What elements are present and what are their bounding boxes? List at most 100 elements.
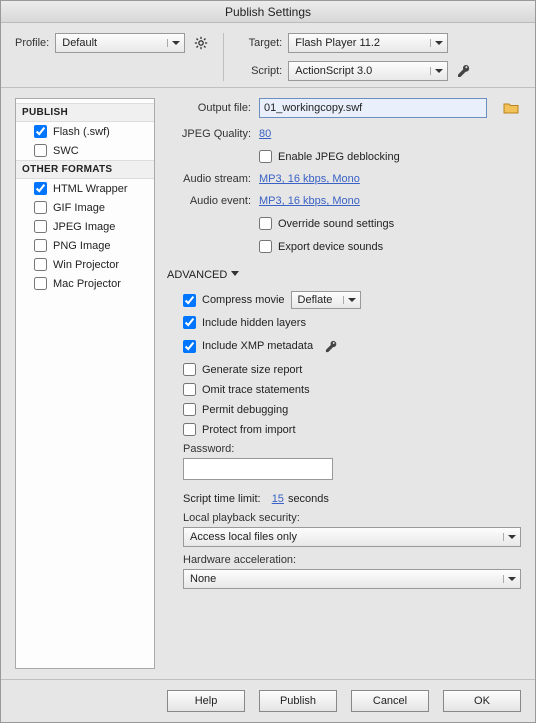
top-bar: Profile: Default Target: Flash Player 11… <box>1 23 535 88</box>
script-time-post: seconds <box>288 493 329 505</box>
sidebar-item-checkbox[interactable] <box>34 125 47 138</box>
local-playback-value: Access local files only <box>190 531 297 543</box>
sidebar-item-checkbox[interactable] <box>34 258 47 271</box>
publish-button[interactable]: Publish <box>259 690 337 712</box>
script-select[interactable]: ActionScript 3.0 <box>288 61 448 81</box>
local-playback-select[interactable]: Access local files only <box>183 527 521 547</box>
sidebar-item-checkbox[interactable] <box>34 220 47 233</box>
output-file-label: Output file: <box>167 102 251 114</box>
sidebar-item-checkbox[interactable] <box>34 182 47 195</box>
sidebar-item[interactable]: HTML Wrapper <box>16 179 154 198</box>
chevron-down-icon <box>430 67 443 75</box>
size-report-checkbox[interactable] <box>183 363 196 376</box>
profile-label: Profile: <box>15 37 49 49</box>
jpeg-quality-label: JPEG Quality: <box>167 128 251 140</box>
sidebar-item-label: Mac Projector <box>53 278 121 290</box>
dialog-footer: Help Publish Cancel OK <box>1 679 535 722</box>
sidebar-item[interactable]: Win Projector <box>16 255 154 274</box>
sidebar-item[interactable]: SWC <box>16 141 154 160</box>
sidebar-item[interactable]: Mac Projector <box>16 274 154 293</box>
protect-import-checkbox[interactable] <box>183 423 196 436</box>
folder-icon[interactable] <box>501 98 521 118</box>
export-device-sounds-checkbox[interactable] <box>259 240 272 253</box>
sidebar-item-label: Win Projector <box>53 259 119 271</box>
target-label: Target: <box>238 37 282 49</box>
chevron-down-icon <box>343 296 356 304</box>
script-value: ActionScript 3.0 <box>295 65 372 77</box>
size-report-label: Generate size report <box>202 364 302 376</box>
hw-accel-value: None <box>190 573 216 585</box>
override-sound-label: Override sound settings <box>278 218 394 230</box>
ok-button[interactable]: OK <box>443 690 521 712</box>
advanced-label: ADVANCED <box>167 269 227 281</box>
hw-accel-select[interactable]: None <box>183 569 521 589</box>
sidebar-item[interactable]: PNG Image <box>16 236 154 255</box>
chevron-down-icon <box>503 575 516 583</box>
omit-trace-checkbox[interactable] <box>183 383 196 396</box>
permit-debug-checkbox[interactable] <box>183 403 196 416</box>
jpeg-deblock-checkbox[interactable] <box>259 150 272 163</box>
wrench-icon[interactable] <box>454 61 474 81</box>
permit-debug-label: Permit debugging <box>202 404 288 416</box>
gear-icon[interactable] <box>191 33 211 53</box>
output-file-input[interactable] <box>259 98 487 118</box>
sidebar-item-checkbox[interactable] <box>34 277 47 290</box>
publish-settings-window: Publish Settings Profile: Default Target… <box>0 0 536 723</box>
compress-movie-select[interactable]: Deflate <box>291 291 361 309</box>
password-label: Password: <box>183 443 521 455</box>
password-input[interactable] <box>183 458 333 480</box>
sidebar-item-label: GIF Image <box>53 202 105 214</box>
script-time-pre: Script time limit: <box>183 493 261 505</box>
sidebar-item[interactable]: Flash (.swf) <box>16 122 154 141</box>
audio-stream-label: Audio stream: <box>167 173 251 185</box>
triangle-down-icon <box>231 269 239 281</box>
sidebar-item-label: HTML Wrapper <box>53 183 128 195</box>
sidebar-item-checkbox[interactable] <box>34 239 47 252</box>
chevron-down-icon <box>503 533 516 541</box>
dialog-body: PUBLISH Flash (.swf) SWC OTHER FORMATS HT… <box>1 88 535 679</box>
audio-event-value[interactable]: MP3, 16 kbps, Mono <box>259 195 360 207</box>
cancel-button[interactable]: Cancel <box>351 690 429 712</box>
override-sound-checkbox[interactable] <box>259 217 272 230</box>
sidebar-item[interactable]: GIF Image <box>16 198 154 217</box>
window-title: Publish Settings <box>1 1 535 23</box>
target-value: Flash Player 11.2 <box>295 37 380 49</box>
omit-trace-label: Omit trace statements <box>202 384 310 396</box>
jpeg-deblock-label: Enable JPEG deblocking <box>278 151 400 163</box>
main-panel: Output file: JPEG Quality: 80 Enable JPE… <box>167 98 521 669</box>
target-select[interactable]: Flash Player 11.2 <box>288 33 448 53</box>
profile-select[interactable]: Default <box>55 33 185 53</box>
compress-movie-checkbox[interactable] <box>183 294 196 307</box>
wrench-icon[interactable] <box>321 336 341 356</box>
sidebar-item-label: JPEG Image <box>53 221 115 233</box>
xmp-checkbox[interactable] <box>183 340 196 353</box>
sidebar-item-label: PNG Image <box>53 240 110 252</box>
sidebar-header-publish: PUBLISH <box>16 103 154 122</box>
advanced-header[interactable]: ADVANCED <box>167 269 521 281</box>
sidebar-item-label: Flash (.swf) <box>53 126 110 138</box>
sidebar-header-other: OTHER FORMATS <box>16 160 154 179</box>
script-label: Script: <box>238 65 282 77</box>
compress-movie-value: Deflate <box>298 294 333 306</box>
compress-movie-label: Compress movie <box>202 294 285 306</box>
audio-stream-value[interactable]: MP3, 16 kbps, Mono <box>259 173 360 185</box>
sidebar-item-checkbox[interactable] <box>34 144 47 157</box>
profile-value: Default <box>62 37 97 49</box>
chevron-down-icon <box>430 39 443 47</box>
local-playback-label: Local playback security: <box>183 512 521 524</box>
hidden-layers-label: Include hidden layers <box>202 317 306 329</box>
sidebar-item[interactable]: JPEG Image <box>16 217 154 236</box>
hidden-layers-checkbox[interactable] <box>183 316 196 329</box>
chevron-down-icon <box>167 39 180 47</box>
export-device-sounds-label: Export device sounds <box>278 241 383 253</box>
xmp-label: Include XMP metadata <box>202 340 313 352</box>
sidebar-item-label: SWC <box>53 145 79 157</box>
sidebar-item-checkbox[interactable] <box>34 201 47 214</box>
audio-event-label: Audio event: <box>167 195 251 207</box>
script-time-value[interactable]: 15 <box>272 493 284 505</box>
protect-import-label: Protect from import <box>202 424 296 436</box>
formats-sidebar: PUBLISH Flash (.swf) SWC OTHER FORMATS HT… <box>15 98 155 669</box>
hw-accel-label: Hardware acceleration: <box>183 554 521 566</box>
jpeg-quality-value[interactable]: 80 <box>259 128 271 140</box>
help-button[interactable]: Help <box>167 690 245 712</box>
